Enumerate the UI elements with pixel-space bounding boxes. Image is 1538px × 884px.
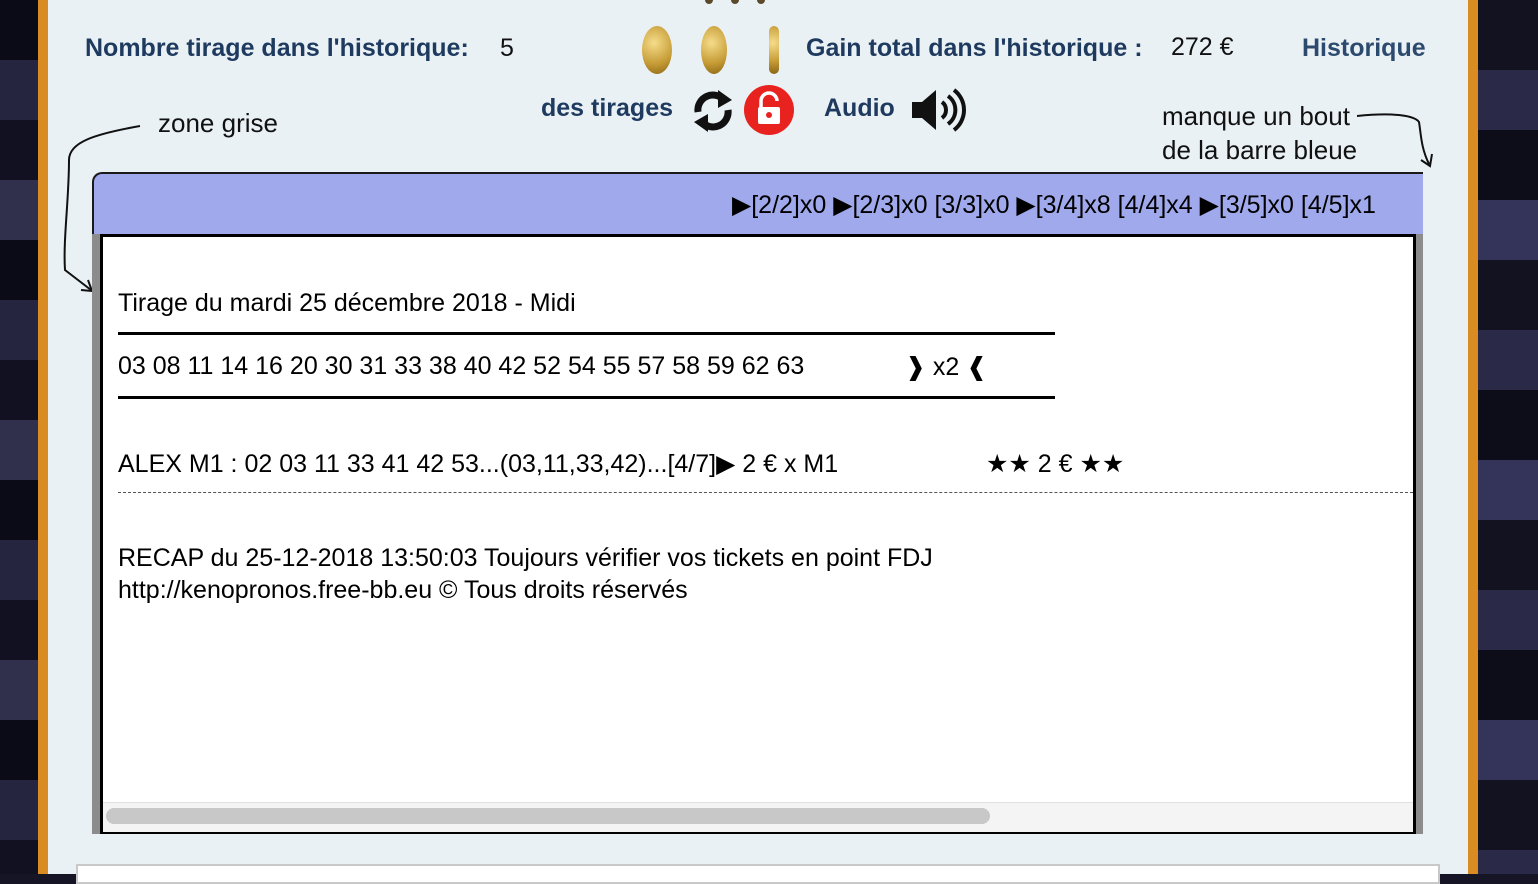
- drawn-numbers: 03 08 11 14 16 20 30 31 33 38 40 42 52 5…: [118, 352, 805, 380]
- background-right: [1478, 0, 1538, 874]
- annotation-manque-line2: de la barre bleue: [1162, 135, 1358, 165]
- gain-value: 272 €: [1171, 33, 1234, 61]
- divider-bottom: [118, 396, 1055, 399]
- draw-content-box: [100, 234, 1416, 834]
- dotted-divider: [118, 492, 1413, 493]
- annotation-manque-line1: manque un bout: [1162, 101, 1350, 131]
- draw-count-label: Nombre tirage dans l'historique:: [85, 34, 469, 62]
- audio-label: Audio: [824, 94, 895, 122]
- historique-link[interactable]: Historique: [1302, 34, 1426, 63]
- gain-label: Gain total dans l'historique :: [806, 34, 1143, 62]
- annotation-zone-grise: zone grise: [158, 108, 278, 138]
- recap-line-2: http://kenopronos.free-bb.eu © Tous droi…: [118, 576, 688, 604]
- recap-line-1: RECAP du 25-12-2018 13:50:03 Toujours vé…: [118, 544, 933, 572]
- divider-top: [118, 332, 1055, 335]
- refresh-icon[interactable]: [688, 86, 738, 136]
- multiplier: ❱ x2 ❰: [905, 353, 988, 381]
- speaker-icon[interactable]: [908, 84, 972, 136]
- annotation-arrow-right: [1356, 113, 1433, 168]
- background-left: [0, 0, 38, 874]
- bottom-box-edge: [76, 864, 1440, 884]
- player-line: ALEX M1 : 02 03 11 33 41 42 53...(03,11,…: [118, 450, 839, 478]
- draw-count-value: 5: [500, 34, 514, 62]
- horizontal-scrollbar-thumb[interactable]: [106, 808, 990, 824]
- coin-front-icon[interactable]: [642, 26, 672, 74]
- draw-title: Tirage du mardi 25 décembre 2018 - Midi: [118, 289, 576, 317]
- des-tirages-label: des tirages: [541, 94, 674, 122]
- coin-tilted-icon[interactable]: [701, 26, 727, 74]
- player-gain: ★★ 2 € ★★: [986, 450, 1125, 478]
- bar-results-text: ▶[2/2]x0 ▶[2/3]x0 [3/3]x0 ▶[3/4]x8 [4/4]…: [732, 191, 1376, 219]
- decorative-dots: [705, 0, 765, 6]
- lock-icon[interactable]: [743, 84, 795, 136]
- coin-edge-icon[interactable]: [769, 26, 779, 74]
